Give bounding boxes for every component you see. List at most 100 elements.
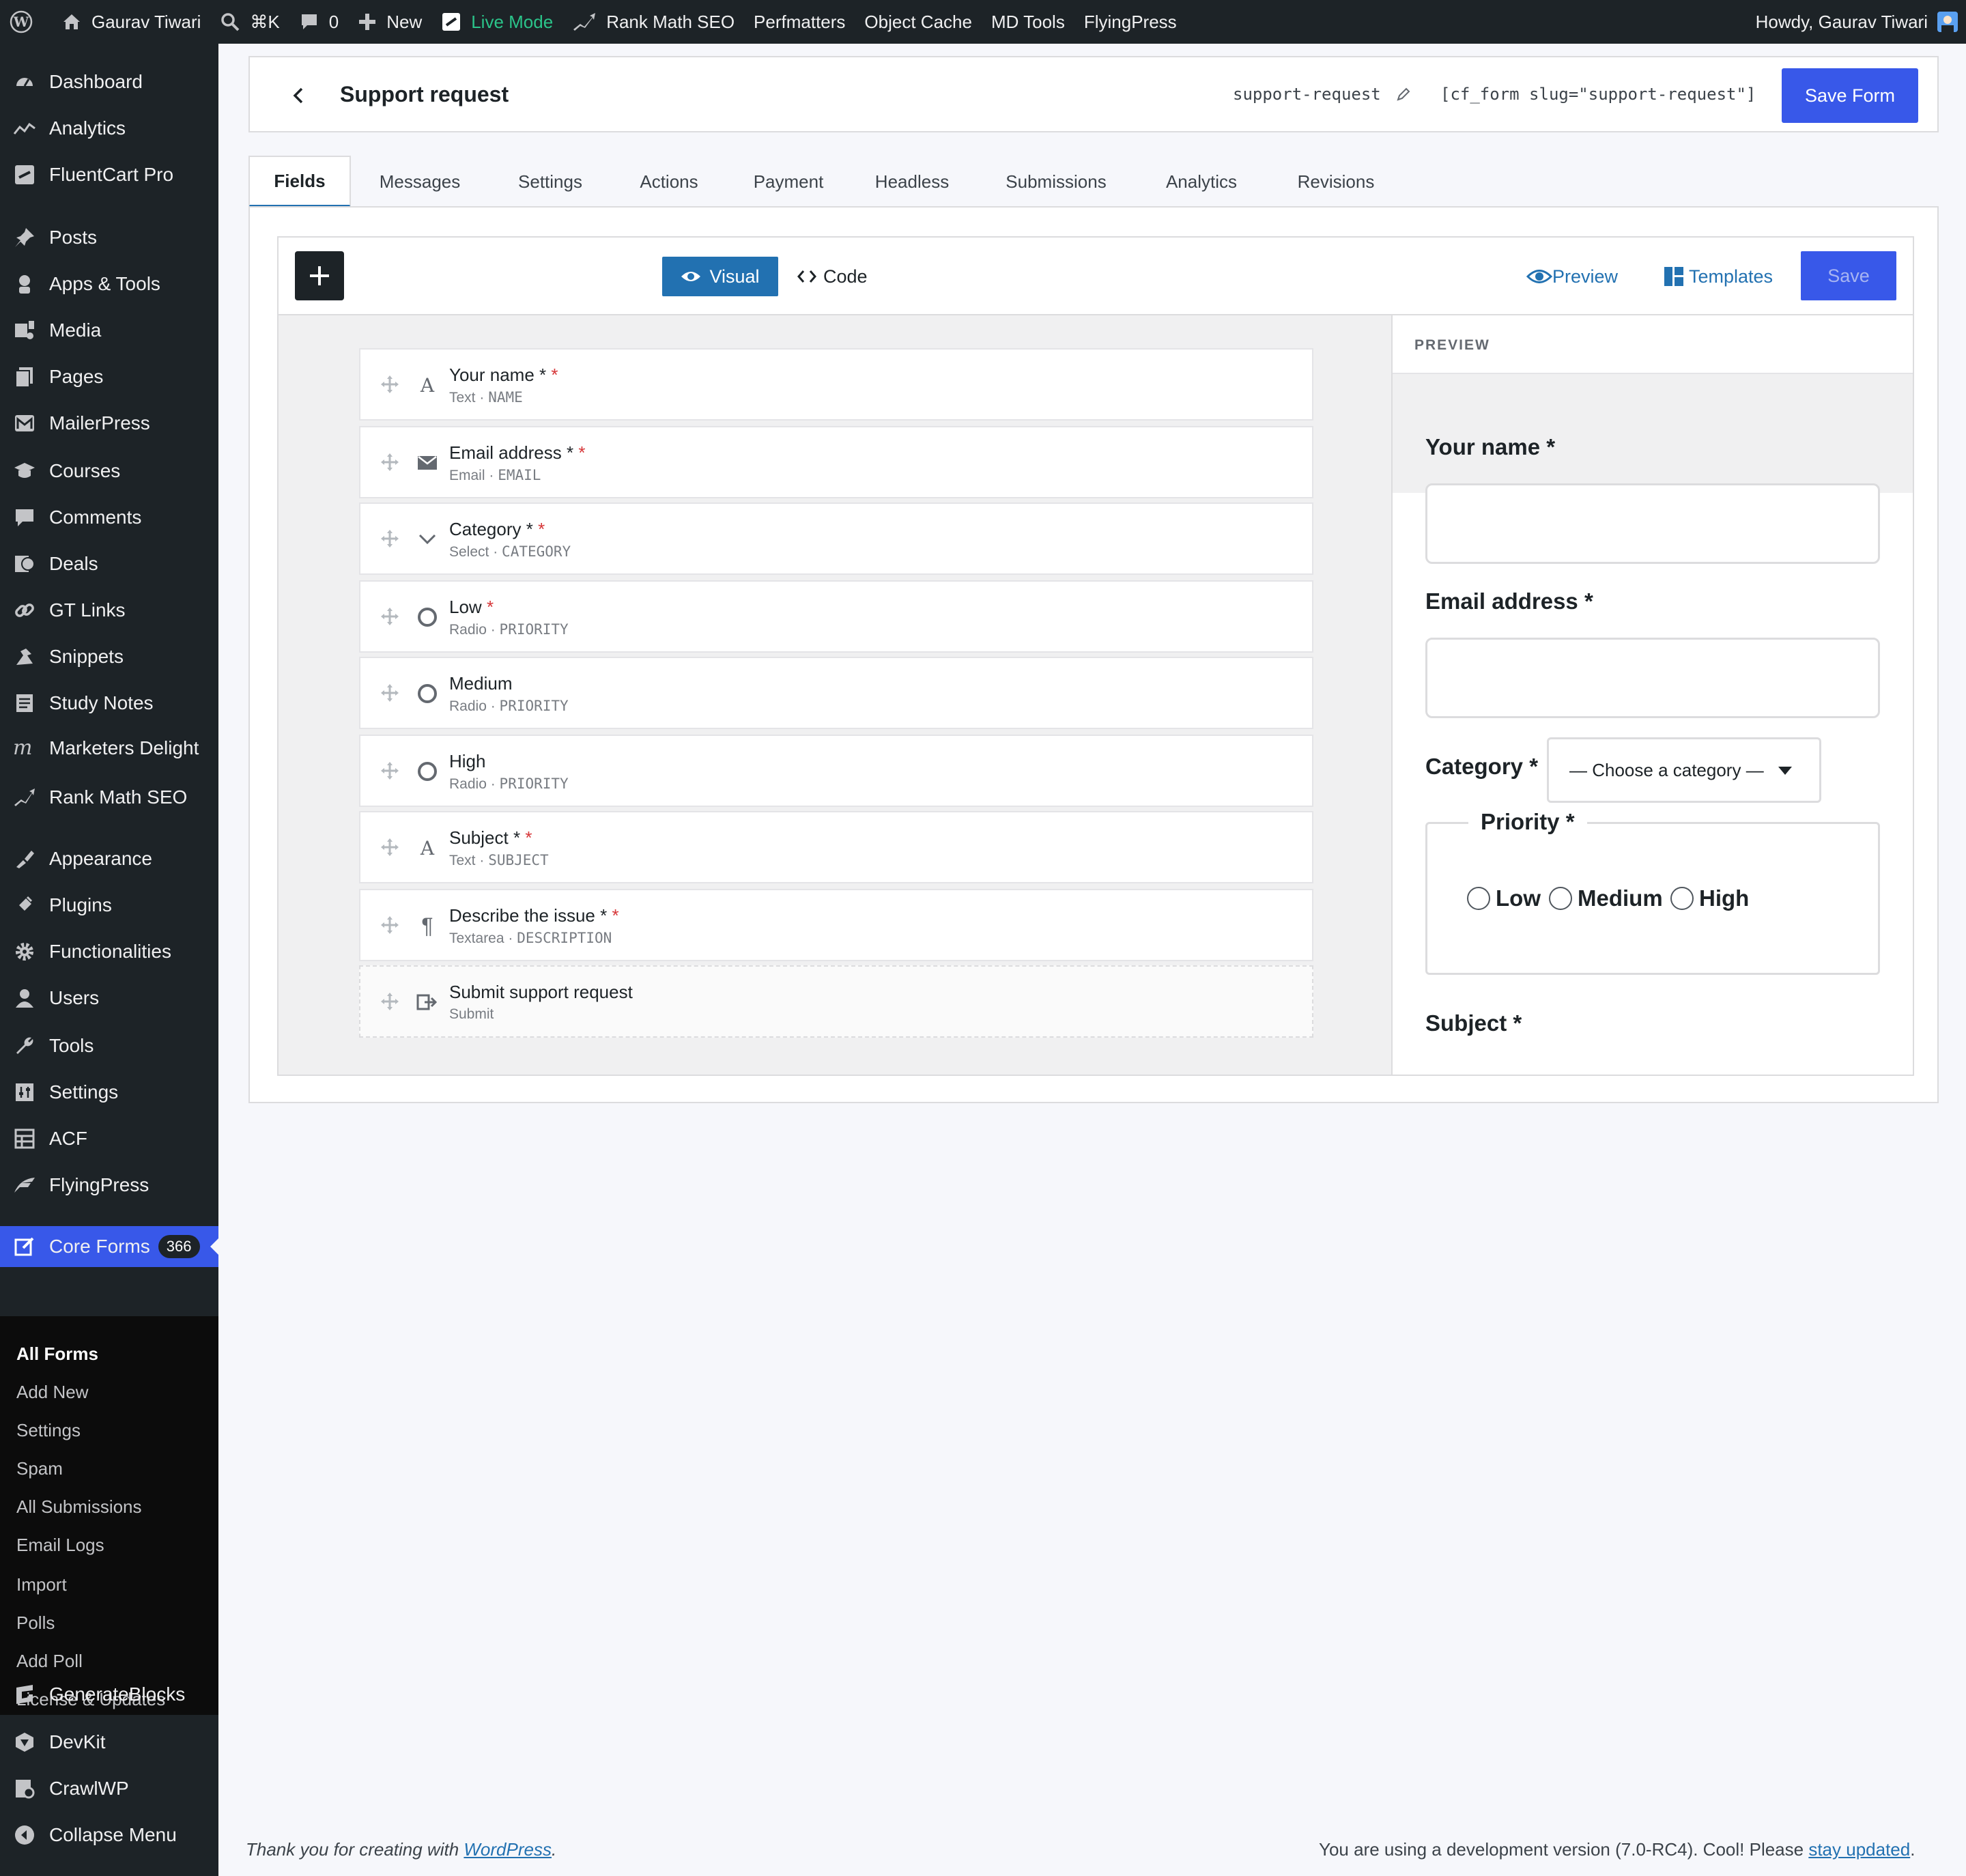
sidebar-item-generateblocks[interactable]: GenerateBlocks [0,1674,218,1715]
sidebar-item-gt-links[interactable]: GT Links [0,590,218,631]
preview-radio-high[interactable]: High [1670,885,1749,911]
tab-analytics[interactable]: Analytics [1139,156,1264,208]
field-row[interactable]: High Radio · PRIORITY [359,735,1313,807]
drag-handle-icon[interactable] [380,915,400,935]
sidebar-item-acf[interactable]: ACF [0,1118,218,1159]
field-row[interactable]: Category * * Select · CATEGORY [359,502,1313,575]
sidebar-item-flyingpress[interactable]: FlyingPress [0,1165,218,1206]
sidebar-item-courses[interactable]: Courses [0,451,218,492]
submenu-item-email-logs[interactable]: Email Logs [16,1535,104,1556]
text-icon: A [420,373,435,397]
field-row[interactable]: Email address * * Email · EMAIL [359,426,1313,498]
submenu-item-spam[interactable]: Spam [16,1458,63,1479]
drag-handle-icon[interactable] [380,683,400,703]
wordpress-link[interactable]: WordPress [464,1839,552,1860]
tab-fields[interactable]: Fields [248,156,351,208]
sidebar-item-tools[interactable]: Tools [0,1025,218,1066]
form-shortcode[interactable]: [cf_form slug="support-request"] [1440,85,1756,104]
submenu-item-polls[interactable]: Polls [16,1612,55,1634]
perfmatters-link[interactable]: Perfmatters [744,0,855,44]
drag-handle-icon[interactable] [380,452,400,472]
comments-link[interactable]: 0 [289,0,348,44]
submenu-item-add-new[interactable]: Add New [16,1382,89,1403]
new-content-link[interactable]: New [348,0,431,44]
tab-submissions[interactable]: Submissions [973,156,1139,208]
submenu-item-all-forms[interactable]: All Forms [16,1344,98,1365]
edit-slug-button[interactable] [1395,86,1412,102]
sidebar-item-snippets[interactable]: Snippets [0,636,218,677]
submenu-item-import[interactable]: Import [16,1574,67,1595]
tab-headless[interactable]: Headless [851,156,973,208]
save-button[interactable]: Save [1801,251,1896,300]
sidebar-item-deals[interactable]: Deals [0,543,218,584]
live-mode-link[interactable]: Live Mode [431,0,562,44]
preview-radio-medium[interactable]: Medium [1549,885,1663,911]
templates-button[interactable]: Templates [1663,257,1773,296]
sidebar-item-dashboard[interactable]: Dashboard [0,61,218,102]
sidebar-item-core-forms[interactable]: Core Forms 366 [0,1226,218,1267]
command-search[interactable]: ⌘K [210,0,289,44]
sidebar-item-fluentcart-pro[interactable]: FluentCart Pro [0,154,218,195]
tab-settings[interactable]: Settings [489,156,612,208]
tab-messages[interactable]: Messages [351,156,489,208]
submit-icon [415,990,440,1014]
back-button[interactable] [285,82,313,109]
sidebar-item-mailerpress[interactable]: MailerPress [0,403,218,444]
preview-radio-low[interactable]: Low [1467,885,1541,911]
rank-math-link[interactable]: Rank Math SEO [562,0,744,44]
sidebar-item-analytics[interactable]: Analytics [0,108,218,149]
my-account-link[interactable]: Howdy, Gaurav Tiwari [1746,0,1966,44]
drag-handle-icon[interactable] [380,991,400,1012]
md-tools-link[interactable]: MD Tools [982,0,1074,44]
submenu-item-all-submissions[interactable]: All Submissions [16,1496,142,1518]
sidebar-item-comments[interactable]: Comments [0,497,218,538]
tab-payment[interactable]: Payment [726,156,851,208]
sidebar-item-crawlwp[interactable]: CrawlWP [0,1768,218,1809]
sidebar-item-apps-tools[interactable]: Apps & Tools [0,264,218,304]
stay-updated-link[interactable]: stay updated [1808,1839,1910,1860]
drag-handle-icon[interactable] [380,837,400,857]
preview-email-input[interactable] [1425,638,1880,718]
field-row[interactable]: Low * Radio · PRIORITY [359,580,1313,653]
field-row[interactable]: Medium Radio · PRIORITY [359,657,1313,729]
wordpress-logo-icon[interactable]: W [0,0,52,44]
sidebar-item-media[interactable]: Media [0,310,218,351]
sidebar-item-study-notes[interactable]: Study Notes [0,683,218,724]
field-label-text: Your name * [449,365,547,385]
drag-handle-icon[interactable] [380,761,400,781]
field-meta: Text · SUBJECT [449,852,549,868]
field-row[interactable]: A Subject * * Text · SUBJECT [359,811,1313,883]
code-mode-button[interactable]: Code [797,257,868,296]
svg-text:W: W [13,14,29,30]
drag-handle-icon[interactable] [380,528,400,549]
sidebar-item-devkit[interactable]: DevKit [0,1722,218,1763]
object-cache-link[interactable]: Object Cache [855,0,982,44]
submenu-item-add-poll[interactable]: Add Poll [16,1651,83,1672]
sidebar-item-functionalities[interactable]: Functionalities [0,931,218,972]
tab-revisions[interactable]: Revisions [1264,156,1408,208]
field-row[interactable]: ¶ Describe the issue * * Textarea · DESCRI… [359,889,1313,961]
drag-handle-icon[interactable] [380,374,400,395]
sidebar-item-appearance[interactable]: Appearance [0,838,218,879]
sidebar-item-plugins[interactable]: Plugins [0,885,218,926]
add-field-button[interactable] [295,251,344,300]
sidebar-item-pages[interactable]: Pages [0,356,218,397]
preview-category-select[interactable]: — Choose a category — [1547,737,1821,803]
site-name-link[interactable]: Gaurav Tiwari [52,0,210,44]
sidebar-item-rank-math-seo[interactable]: Rank Math SEO [0,777,218,818]
save-form-button[interactable]: Save Form [1782,68,1918,123]
sidebar-item-collapse-menu[interactable]: Collapse Menu [0,1815,218,1856]
drag-handle-icon[interactable] [380,606,400,627]
visual-mode-button[interactable]: Visual [662,257,778,296]
tab-actions[interactable]: Actions [612,156,726,208]
sidebar-item-posts[interactable]: Posts [0,217,218,258]
flyingpress-link[interactable]: FlyingPress [1074,0,1186,44]
submenu-item-settings[interactable]: Settings [16,1420,81,1441]
preview-name-input[interactable] [1425,483,1880,564]
field-row[interactable]: Submit support request Submit [359,965,1313,1038]
sidebar-item-settings[interactable]: Settings [0,1072,218,1113]
preview-button[interactable]: Preview [1526,257,1618,296]
sidebar-item-users[interactable]: Users [0,978,218,1019]
field-row[interactable]: A Your name * * Text · NAME [359,348,1313,421]
sidebar-item-marketers-delight[interactable]: m Marketers Delight [0,728,218,769]
